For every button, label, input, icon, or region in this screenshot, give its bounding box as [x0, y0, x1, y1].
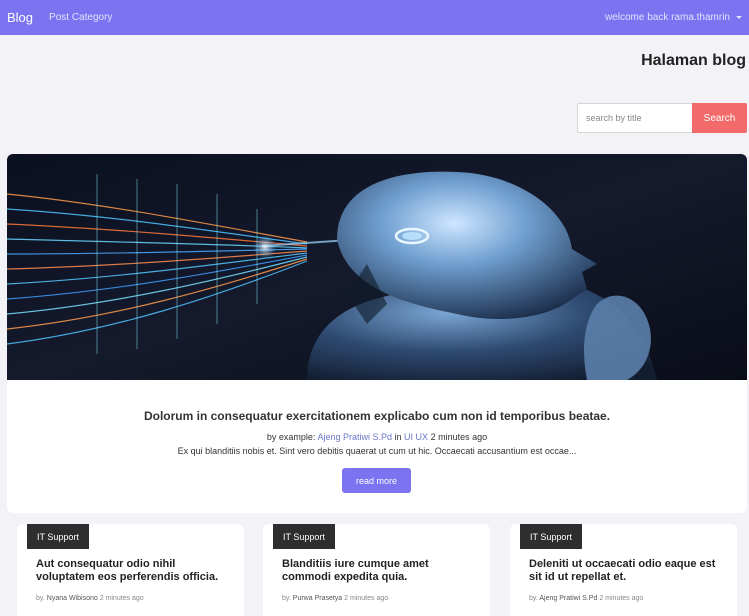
- page-title: Halaman blog: [641, 52, 746, 69]
- category-link[interactable]: UI UX: [404, 432, 428, 442]
- by-label: by.: [36, 595, 45, 602]
- user-menu-toggle[interactable]: welcome back rama.thamrin: [605, 0, 742, 35]
- post-time: 2 minutes ago: [99, 595, 144, 602]
- search-input[interactable]: [577, 103, 692, 133]
- post-card-meta: by. Nyana Wibisono 2 minutes ago: [36, 595, 144, 602]
- post-time: 2 minutes ago: [599, 595, 644, 602]
- featured-post-excerpt: Ex qui blanditiis nobis et. Sint vero de…: [177, 446, 577, 456]
- chevron-down-icon: [736, 16, 742, 19]
- post-card-title[interactable]: Aut consequatur odio nihil voluptatem eo…: [36, 558, 231, 584]
- post-card-title[interactable]: Blanditiis iure cumque amet commodi expe…: [282, 558, 477, 584]
- author-link[interactable]: Ajeng Pratiwi S.Pd: [539, 595, 597, 602]
- read-more-button[interactable]: read more: [342, 468, 411, 493]
- category-badge[interactable]: IT Support: [27, 524, 89, 549]
- featured-post-meta: by example: Ajeng Pratiwi S.Pd in UI UX …: [7, 432, 747, 442]
- nav-link-post-category[interactable]: Post Category: [49, 12, 112, 23]
- by-label: by.: [529, 595, 538, 602]
- featured-post-title[interactable]: Dolorum in consequatur exercitationem ex…: [7, 409, 747, 423]
- post-card-meta: by. Purwa Prasetya 2 minutes ago: [282, 595, 388, 602]
- by-label: by.: [282, 595, 291, 602]
- author-link[interactable]: Purwa Prasetya: [293, 595, 342, 602]
- user-greeting: welcome back rama.thamrin: [604, 12, 730, 23]
- post-card[interactable]: IT Support Blanditiis iure cumque amet c…: [263, 524, 490, 616]
- featured-post-card: Dolorum in consequatur exercitationem ex…: [7, 154, 747, 513]
- post-card[interactable]: IT Support Deleniti ut occaecati odio ea…: [510, 524, 737, 616]
- in-label: in: [394, 432, 402, 442]
- brand-link[interactable]: Blog: [7, 10, 33, 25]
- post-card[interactable]: IT Support Aut consequatur odio nihil vo…: [17, 524, 244, 616]
- author-link[interactable]: Nyana Wibisono: [47, 595, 98, 602]
- author-link[interactable]: Ajeng Pratiwi S.Pd: [317, 432, 392, 442]
- by-label: by example:: [266, 432, 316, 442]
- search-form: Search: [577, 103, 747, 133]
- post-time: 2 minutes ago: [344, 595, 389, 602]
- post-card-meta: by. Ajeng Pratiwi S.Pd 2 minutes ago: [529, 595, 643, 602]
- featured-post-image[interactable]: [7, 154, 747, 380]
- search-button[interactable]: Search: [692, 103, 747, 133]
- category-badge[interactable]: IT Support: [520, 524, 582, 549]
- navbar: Blog Post Category welcome back rama.tha…: [0, 0, 749, 35]
- category-badge[interactable]: IT Support: [273, 524, 335, 549]
- post-card-title[interactable]: Deleniti ut occaecati odio eaque est sit…: [529, 558, 724, 584]
- post-time: 2 minutes ago: [430, 432, 488, 442]
